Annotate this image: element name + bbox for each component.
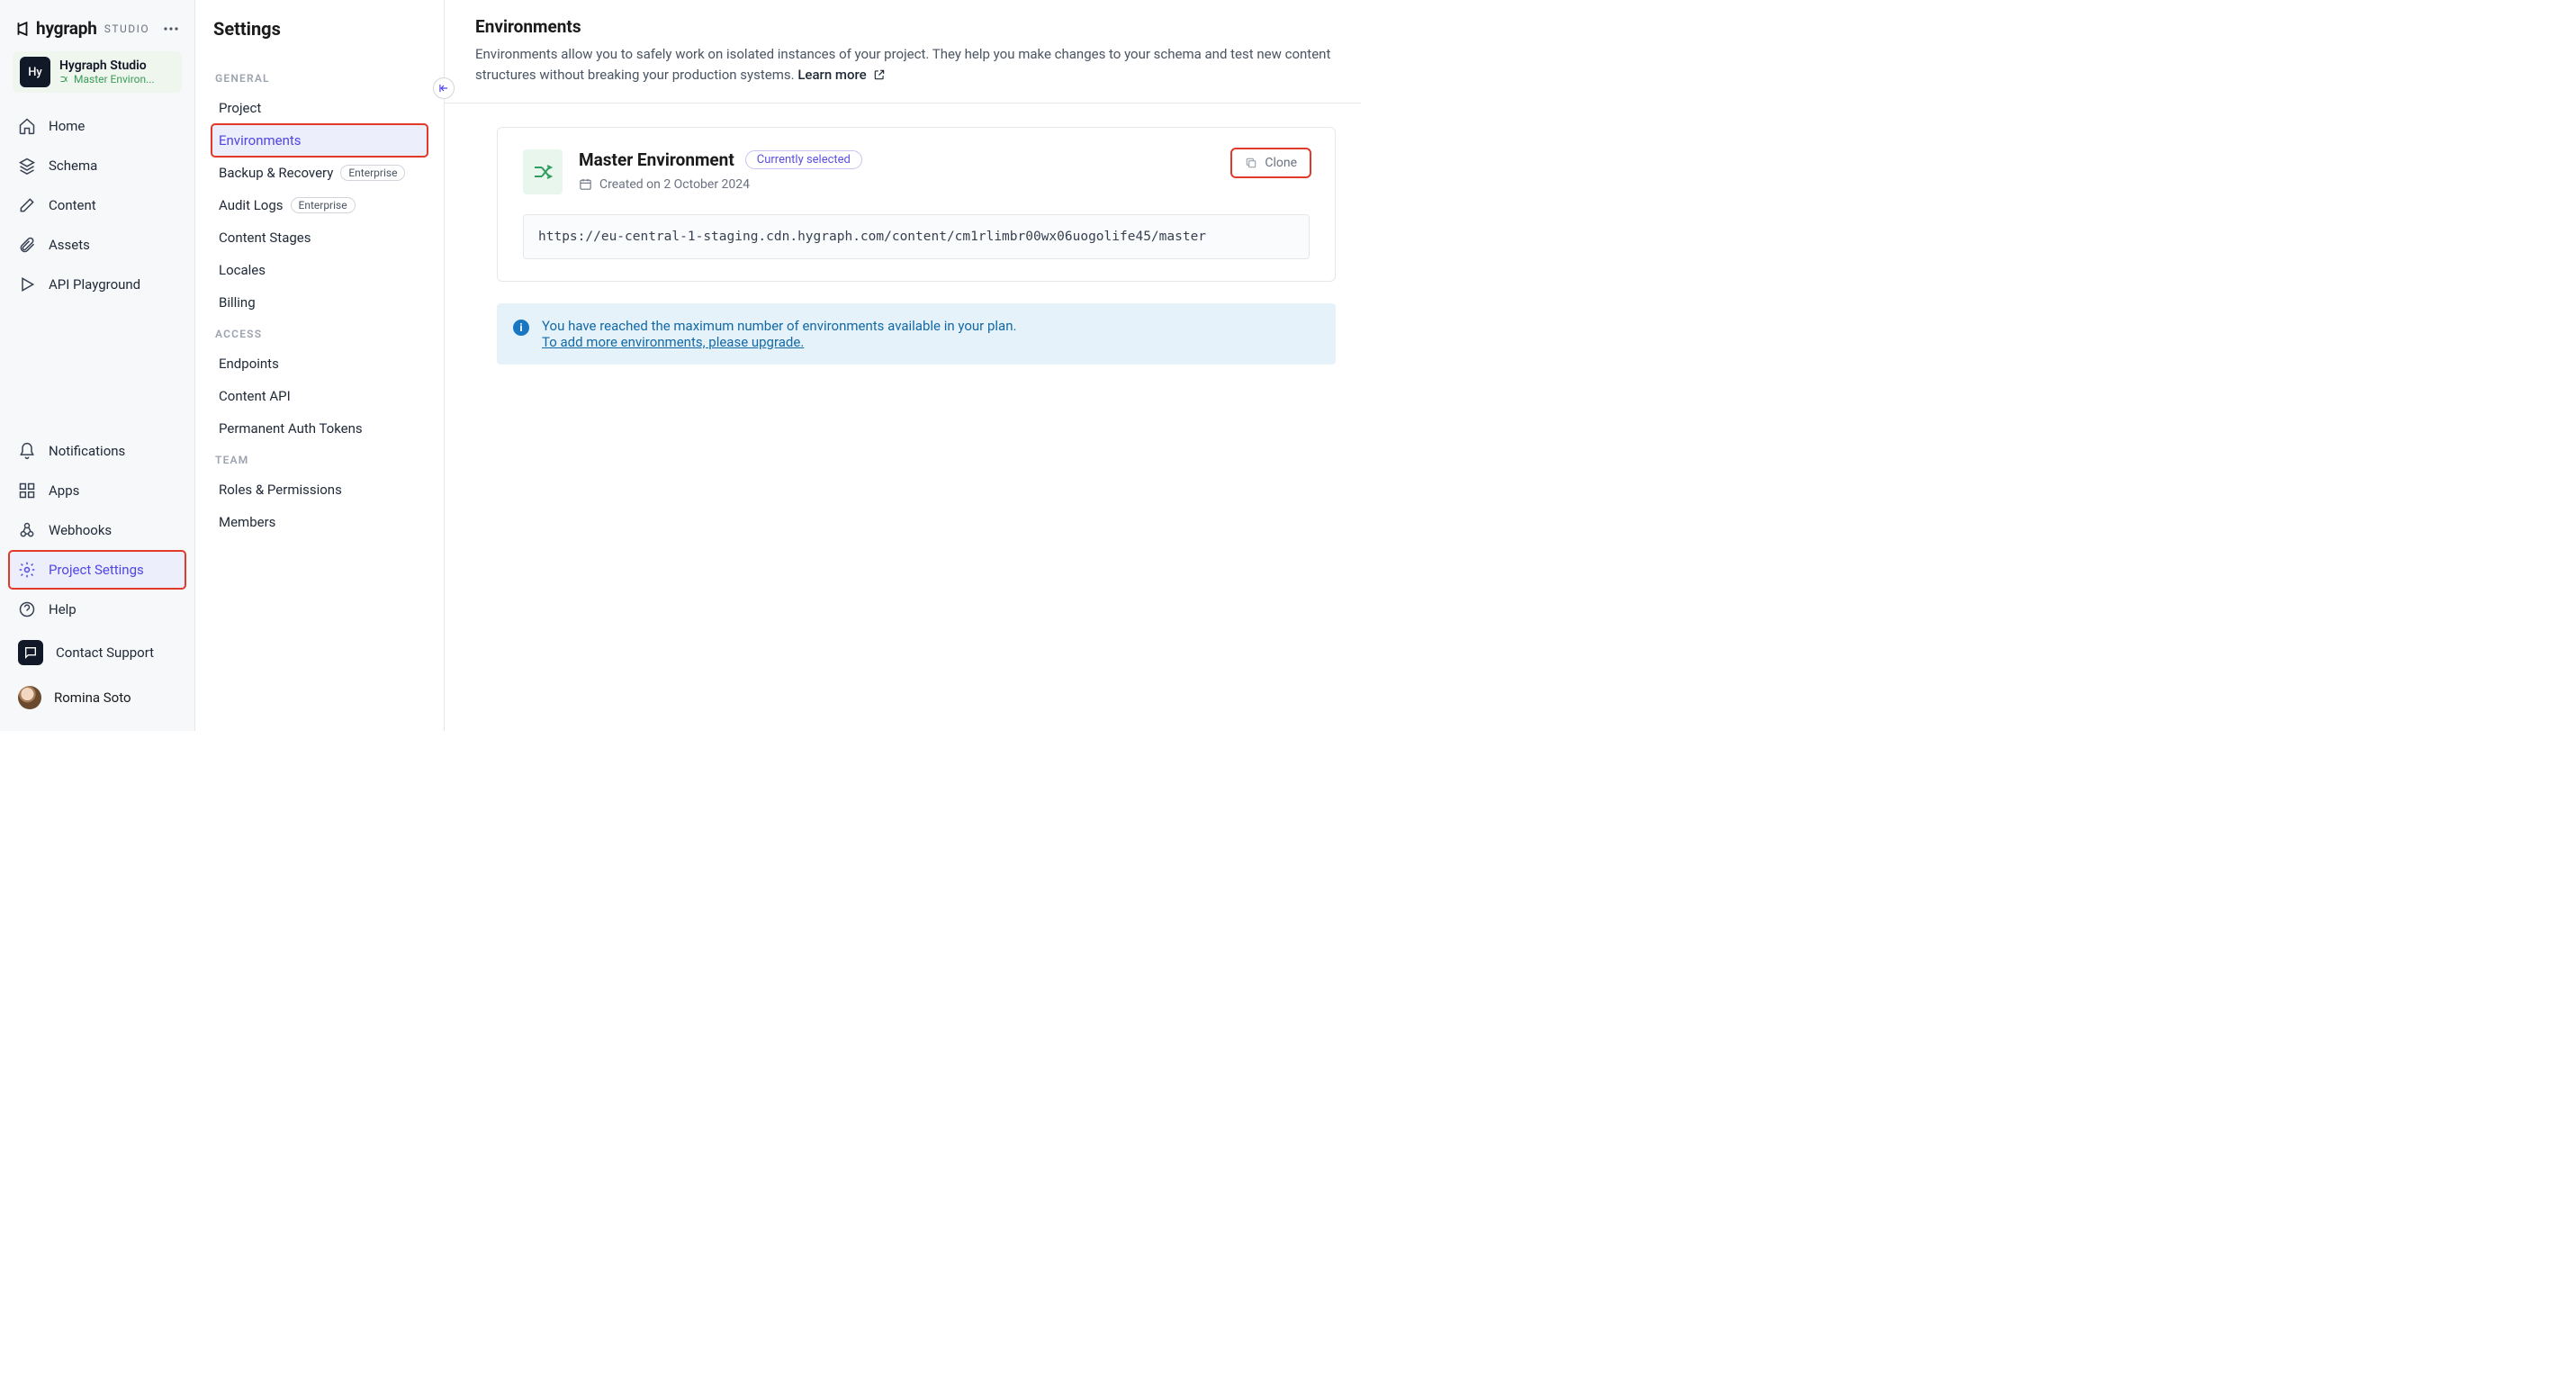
attachment-icon [18, 236, 36, 254]
environment-icon [523, 149, 563, 194]
collapse-sidebar-button[interactable] [433, 77, 455, 99]
grid-icon [18, 482, 36, 500]
environment-card: Master Environment Currently selected Cr… [497, 127, 1336, 282]
home-icon [18, 117, 36, 135]
selected-badge: Currently selected [745, 150, 862, 169]
upgrade-link[interactable]: To add more environments, please upgrade… [542, 334, 804, 350]
settings-roles[interactable]: Roles & Permissions [212, 473, 428, 506]
calendar-icon [579, 177, 592, 191]
branch-icon [532, 161, 554, 183]
user-menu[interactable]: Romina Soto [9, 677, 185, 718]
nav-api-playground[interactable]: API Playground [9, 266, 185, 303]
settings-locales[interactable]: Locales [212, 254, 428, 286]
nav-home[interactable]: Home [9, 107, 185, 145]
settings-sidebar: Settings GENERAL Project Environments Ba… [195, 0, 445, 731]
secondary-nav: Notifications Apps Webhooks Project Sett… [9, 427, 185, 718]
group-general: GENERAL [212, 63, 428, 92]
webhook-icon [18, 521, 36, 539]
project-environment: Master Environ... [59, 73, 155, 86]
layers-icon [18, 157, 36, 175]
edit-icon [18, 196, 36, 214]
brand-name: hygraph [36, 18, 97, 39]
settings-title: Settings [212, 18, 428, 40]
project-badge: Hy [20, 57, 50, 87]
nav-notifications[interactable]: Notifications [9, 432, 185, 470]
environment-name: Master Environment [579, 149, 734, 170]
settings-backup-recovery[interactable]: Backup & Recovery Enterprise [212, 157, 428, 189]
primary-nav: Home Schema Content Assets API Playgroun… [9, 102, 185, 303]
user-name: Romina Soto [54, 689, 131, 706]
nav-help[interactable]: Help [9, 590, 185, 628]
external-link-icon [873, 68, 886, 81]
project-selector[interactable]: Hy Hygraph Studio Master Environ... [13, 51, 182, 93]
main-content: Environments Environments allow you to s… [445, 0, 1361, 731]
nav-webhooks[interactable]: Webhooks [9, 511, 185, 549]
brand-menu-button[interactable] [162, 20, 180, 38]
play-icon [18, 275, 36, 293]
copy-icon [1245, 157, 1257, 169]
settings-members[interactable]: Members [212, 506, 428, 538]
brand-row: hygraph STUDIO [9, 13, 185, 51]
gear-icon [18, 561, 36, 579]
settings-billing[interactable]: Billing [212, 286, 428, 319]
enterprise-pill: Enterprise [291, 197, 356, 213]
clone-button[interactable]: Clone [1232, 149, 1310, 176]
project-name: Hygraph Studio [59, 59, 155, 74]
brand-suffix: STUDIO [104, 23, 149, 35]
enterprise-pill: Enterprise [340, 165, 405, 181]
nav-project-settings[interactable]: Project Settings [9, 551, 185, 589]
brand-logo[interactable]: hygraph STUDIO [14, 18, 149, 39]
info-icon: i [513, 320, 529, 336]
group-team: TEAM [212, 445, 428, 473]
settings-environments[interactable]: Environments [212, 124, 428, 157]
help-icon [18, 600, 36, 618]
group-access: ACCESS [212, 319, 428, 347]
settings-content-stages[interactable]: Content Stages [212, 221, 428, 254]
divider [445, 103, 1361, 104]
primary-sidebar: hygraph STUDIO Hy Hygraph Studio Master … [0, 0, 195, 731]
environment-created: Created on 2 October 2024 [579, 177, 1216, 192]
nav-apps[interactable]: Apps [9, 472, 185, 509]
nav-schema[interactable]: Schema [9, 147, 185, 185]
learn-more-link[interactable]: Learn more [797, 67, 886, 83]
settings-audit-logs[interactable]: Audit Logs Enterprise [212, 189, 428, 221]
settings-project[interactable]: Project [212, 92, 428, 124]
page-description: Environments allow you to safely work on… [475, 44, 1336, 86]
nav-content[interactable]: Content [9, 186, 185, 224]
hygraph-icon [14, 21, 31, 37]
settings-content-api[interactable]: Content API [212, 380, 428, 412]
branch-icon [59, 74, 70, 85]
avatar [18, 686, 41, 709]
bell-icon [18, 442, 36, 460]
settings-auth-tokens[interactable]: Permanent Auth Tokens [212, 412, 428, 445]
page-title: Environments [475, 16, 1336, 37]
nav-assets[interactable]: Assets [9, 226, 185, 264]
chat-icon [18, 640, 43, 665]
settings-endpoints[interactable]: Endpoints [212, 347, 428, 380]
alert-text: You have reached the maximum number of e… [542, 318, 1016, 334]
environment-url[interactable]: https://eu-central-1-staging.cdn.hygraph… [523, 214, 1310, 259]
nav-contact-support[interactable]: Contact Support [9, 630, 185, 675]
plan-limit-alert: i You have reached the maximum number of… [497, 303, 1336, 365]
